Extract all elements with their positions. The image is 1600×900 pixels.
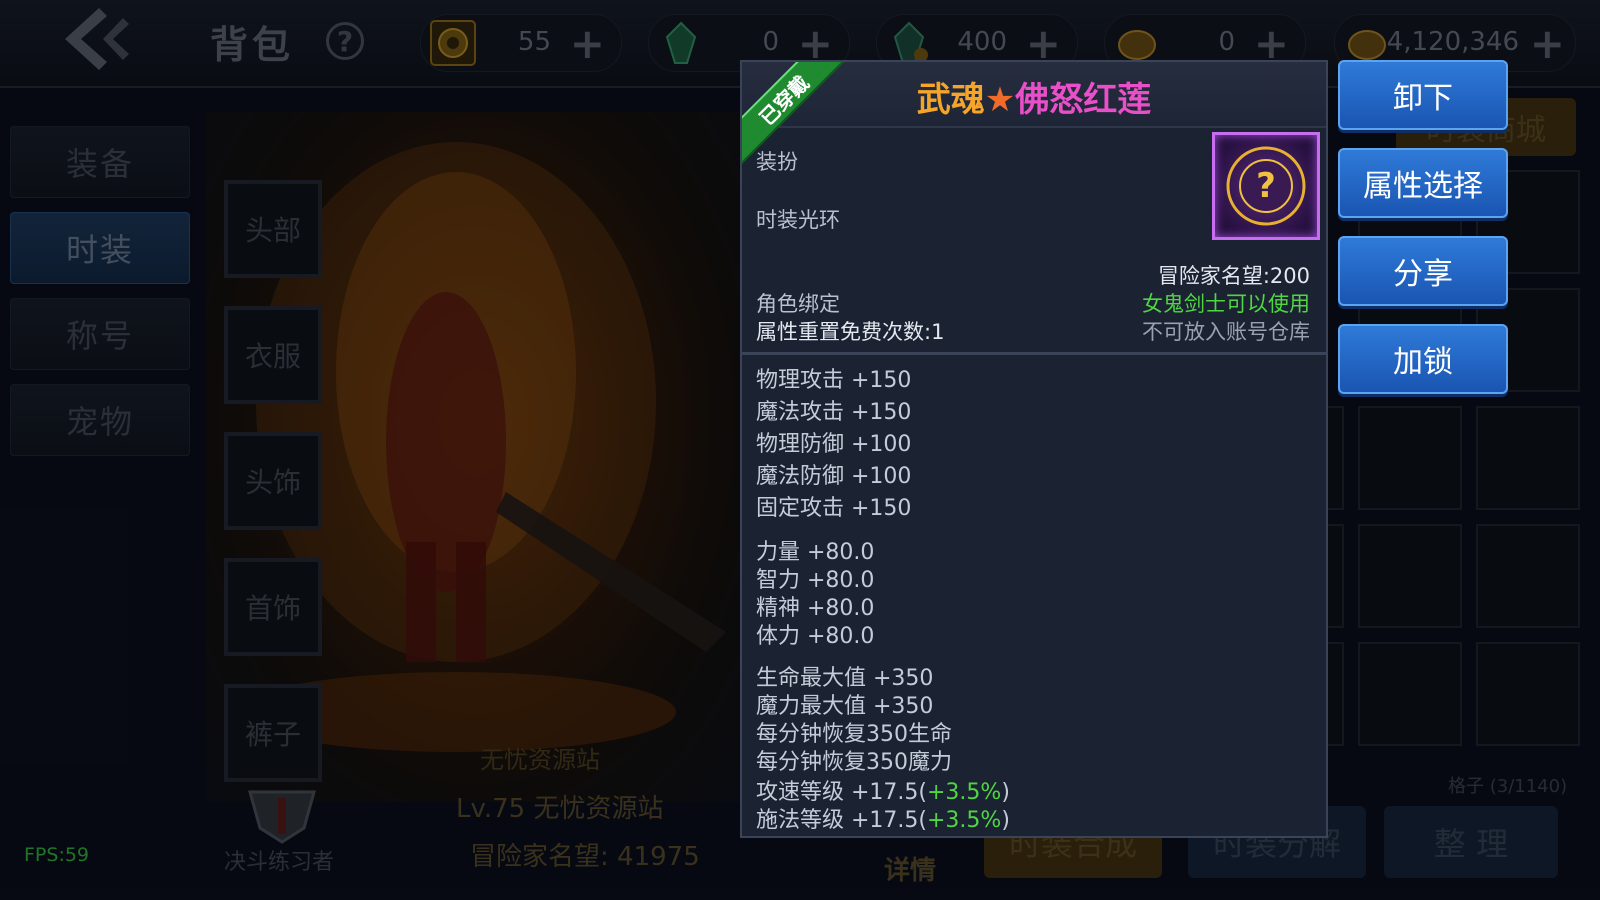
storage-note: 不可放入账号仓库 <box>1142 320 1310 344</box>
stat-line: 魔法攻击 +150 <box>756 400 912 425</box>
stat-line: 物理防御 +100 <box>756 432 912 457</box>
item-subcategory: 时装光环 <box>756 208 840 232</box>
stat-close: ) <box>1001 808 1010 833</box>
bind-type: 角色绑定 <box>756 292 840 316</box>
item-title-prefix: 武魂 <box>916 80 985 120</box>
stat-line: 物理攻击 +150 <box>756 368 912 393</box>
item-category: 装扮 <box>756 150 798 174</box>
attribute-select-button[interactable]: 属性选择 <box>1338 148 1508 218</box>
item-tooltip: 武魂★佛怒红莲 已穿戴 装扮 时装光环 ? 冒险家名望:200 角色绑定 女鬼剑… <box>740 60 1328 838</box>
unequip-button[interactable]: 卸下 <box>1338 60 1508 130</box>
item-title-name: 佛怒红莲 <box>1015 80 1152 120</box>
stat-line: 每分钟恢复350魔力 <box>756 750 952 775</box>
cast-speed-stat: 施法等级 +17.5(+3.5%) <box>756 802 1010 834</box>
stat-line: 体力 +80.0 <box>756 624 875 649</box>
svg-text:?: ? <box>1256 166 1276 206</box>
item-title: 武魂★佛怒红莲 <box>742 72 1326 121</box>
star-icon: ★ <box>984 80 1016 120</box>
aura-emblem-icon: ? <box>1226 146 1306 226</box>
share-button[interactable]: 分享 <box>1338 236 1508 306</box>
lock-button[interactable]: 加锁 <box>1338 324 1508 394</box>
stat-label: 施法等级 +17.5( <box>756 808 927 833</box>
item-icon: ? <box>1212 132 1320 240</box>
usable-by: 女鬼剑士可以使用 <box>1142 292 1310 316</box>
tooltip-divider <box>742 352 1326 355</box>
stat-bonus: +3.5% <box>927 808 1002 833</box>
stat-line: 固定攻击 +150 <box>756 496 912 521</box>
reset-count: 属性重置免费次数:1 <box>756 320 945 344</box>
item-fame: 冒险家名望:200 <box>1157 264 1310 288</box>
stat-line: 魔法防御 +100 <box>756 464 912 489</box>
